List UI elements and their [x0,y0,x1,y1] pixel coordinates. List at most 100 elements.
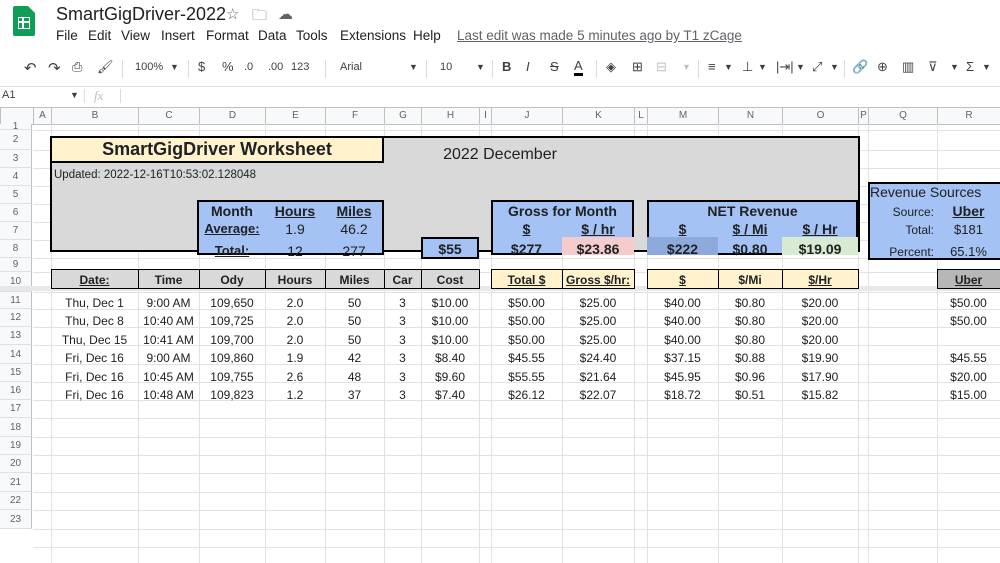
table-cell[interactable]: 1.2 [265,388,325,402]
row-header-12[interactable]: 12 [0,309,32,327]
table-cell[interactable]: $45.55 [937,351,1000,365]
sheets-logo-icon[interactable] [13,6,35,36]
table-cell[interactable]: 2.0 [265,296,325,310]
chevron-down-icon[interactable]: ▼ [950,62,959,72]
vertical-align-icon[interactable]: ⊥ [742,59,753,75]
fill-color-icon[interactable]: ◈ [606,59,616,75]
table-cell[interactable]: $17.90 [782,370,858,384]
italic-button[interactable]: I [526,59,530,74]
insert-comment-icon[interactable]: ⊕ [877,59,888,75]
table-cell[interactable]: 10:40 AM [138,314,199,328]
table-cell[interactable]: $26.12 [491,388,562,402]
row-header-8[interactable]: 8 [0,240,32,258]
table-cell[interactable]: Thu, Dec 8 [51,314,138,328]
chevron-down-icon[interactable]: ▼ [476,62,485,72]
table-cell[interactable]: $50.00 [491,333,562,347]
header-cell[interactable]: $ [647,273,718,287]
table-cell[interactable]: $15.00 [937,388,1000,402]
table-cell[interactable]: $18.72 [647,388,718,402]
table-cell[interactable]: Thu, Dec 15 [51,333,138,347]
text-wrapping-icon[interactable]: |⇥| [776,59,794,75]
table-cell[interactable]: 3 [384,333,421,347]
table-cell[interactable]: 10:45 AM [138,370,199,384]
header-cell[interactable]: Gross $/hr: [562,273,634,287]
table-cell[interactable]: $50.00 [937,314,1000,328]
table-cell[interactable]: $50.00 [491,314,562,328]
header-cell[interactable]: $/Mi [718,273,782,287]
table-cell[interactable]: $20.00 [782,314,858,328]
document-title[interactable]: SmartGigDriver-2022 [56,4,226,25]
table-cell[interactable]: 48 [325,370,384,384]
borders-icon[interactable]: ⊞ [632,59,643,75]
column-header-a[interactable]: A [33,108,51,124]
table-cell[interactable]: 3 [384,388,421,402]
table-cell[interactable]: $45.55 [491,351,562,365]
row-header-5[interactable]: 5 [0,186,32,204]
table-cell[interactable]: 109,860 [199,351,265,365]
header-cell[interactable]: Time [138,273,199,287]
header-cell[interactable]: Uber [937,273,1000,287]
row-header-4[interactable]: 4 [0,168,32,186]
filter-icon[interactable]: ⊽ [928,59,938,75]
column-header-c[interactable]: C [138,108,199,124]
column-header-r[interactable]: R [937,108,1000,124]
table-cell[interactable]: $37.15 [647,351,718,365]
bold-button[interactable]: B [502,59,511,74]
table-cell[interactable]: $10.00 [421,333,479,347]
table-cell[interactable]: $0.96 [718,370,782,384]
header-cell[interactable]: Date: [51,273,138,287]
print-icon[interactable]: ⎙ [72,59,82,75]
row-header-13[interactable]: 13 [0,327,32,345]
name-box[interactable]: A1 [2,89,15,101]
table-cell[interactable]: $0.80 [718,314,782,328]
table-cell[interactable]: 109,755 [199,370,265,384]
table-cell[interactable]: 50 [325,314,384,328]
column-header-d[interactable]: D [199,108,265,124]
chevron-down-icon[interactable]: ▼ [70,90,79,100]
font-size-select[interactable]: 10 [440,61,452,73]
chevron-down-icon[interactable]: ▼ [830,62,839,72]
table-cell[interactable]: $0.80 [718,333,782,347]
table-cell[interactable]: $40.00 [647,296,718,310]
column-header-q[interactable]: Q [868,108,937,124]
table-cell[interactable]: 42 [325,351,384,365]
header-cell[interactable]: Cost [421,273,479,287]
column-header-j[interactable]: J [491,108,562,124]
row-header-9[interactable]: 9 [0,258,32,272]
table-cell[interactable]: 3 [384,314,421,328]
row-header-14[interactable]: 14 [0,345,32,364]
table-cell[interactable]: $20.00 [782,333,858,347]
currency-format-button[interactable]: $ [198,59,205,74]
insert-chart-icon[interactable]: ▥ [902,59,914,75]
table-cell[interactable]: $10.00 [421,296,479,310]
table-cell[interactable]: Thu, Dec 1 [51,296,138,310]
table-cell[interactable]: $50.00 [491,296,562,310]
table-cell[interactable]: $25.00 [562,333,634,347]
table-cell[interactable]: $24.40 [562,351,634,365]
table-cell[interactable]: 3 [384,296,421,310]
sheet-grid[interactable]: 1 2 3 4 5 6 7 8 9 10 11 12 13 14 15 16 17 18 19 20 21 22 23 Sma… [0,122,1000,563]
undo-icon[interactable]: ↶ [24,59,37,77]
formula-input[interactable] [126,88,996,104]
table-cell[interactable]: 9:00 AM [138,351,199,365]
row-header-19[interactable]: 19 [0,437,32,455]
menu-extensions[interactable]: Extensions [340,28,406,43]
functions-icon[interactable]: Σ [966,59,974,74]
text-rotation-icon[interactable]: ⤢ [812,59,822,75]
column-header-h[interactable]: H [421,108,479,124]
row-header-7[interactable]: 7 [0,222,32,240]
table-cell[interactable]: $21.64 [562,370,634,384]
row-header-15[interactable]: 15 [0,364,32,382]
table-cell[interactable]: $7.40 [421,388,479,402]
column-header-m[interactable]: M [647,108,718,124]
table-cell[interactable]: $8.40 [421,351,479,365]
table-cell[interactable]: Fri, Dec 16 [51,351,138,365]
column-header-k[interactable]: K [562,108,634,124]
table-cell[interactable]: $40.00 [647,314,718,328]
table-cell[interactable]: Fri, Dec 16 [51,388,138,402]
table-cell[interactable]: 10:48 AM [138,388,199,402]
table-cell[interactable]: $15.82 [782,388,858,402]
table-cell[interactable]: 2.0 [265,333,325,347]
table-cell[interactable]: $40.00 [647,333,718,347]
table-cell[interactable]: 109,700 [199,333,265,347]
